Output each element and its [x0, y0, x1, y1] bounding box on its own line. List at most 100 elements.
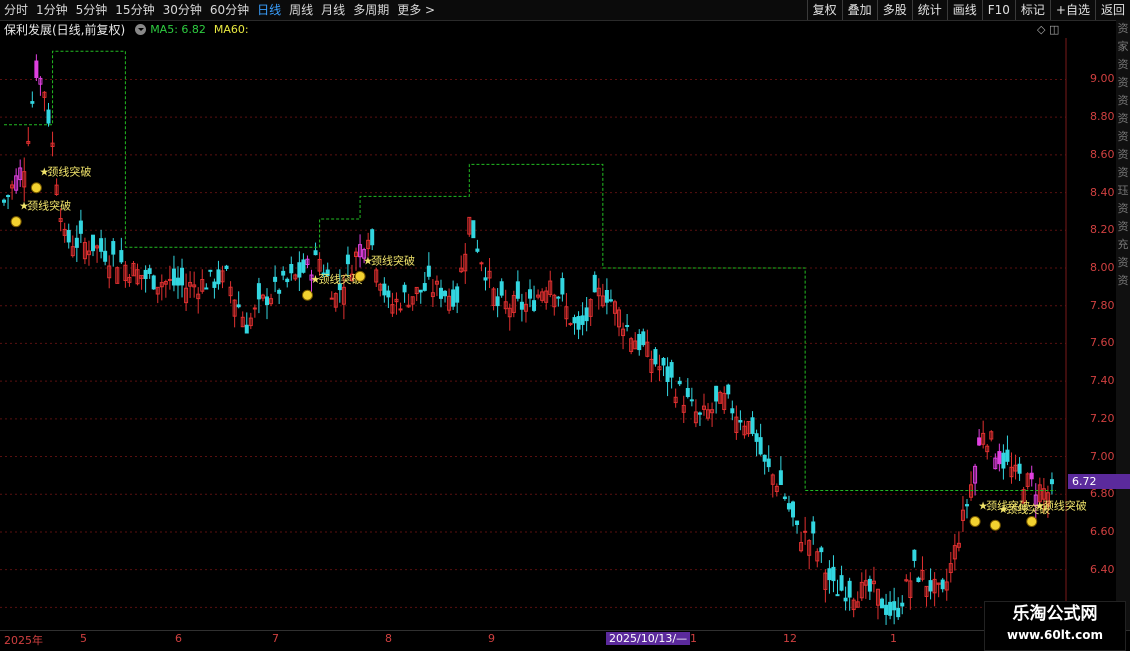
candle-body [916, 577, 921, 583]
action-button-3[interactable]: 统计 [911, 0, 947, 20]
period-tab-3[interactable]: 15分钟 [111, 0, 158, 20]
candle-body [831, 566, 836, 582]
candle-body [560, 278, 565, 295]
action-button-2[interactable]: 多股 [876, 0, 912, 20]
candle-body [892, 601, 897, 611]
candle-body [839, 575, 844, 591]
candle-body [398, 308, 403, 311]
signal-label: 颈线突破 [47, 165, 91, 179]
candle-body [78, 220, 83, 234]
action-button-8[interactable]: 返回 [1094, 0, 1130, 20]
candle-body [167, 278, 172, 281]
candle-body [46, 109, 51, 124]
action-button-7[interactable]: +自选 [1049, 0, 1095, 20]
action-button-5[interactable]: F10 [981, 0, 1015, 20]
money-bag-icon [10, 216, 22, 228]
stock-title[interactable]: 保利发展(日线,前复权) [4, 21, 125, 38]
sidebar-tab-11[interactable]: 资 [1116, 218, 1130, 236]
sidebar-tab-6[interactable]: 资 [1116, 128, 1130, 146]
candle-body [402, 284, 407, 293]
period-tab-7[interactable]: 周线 [285, 0, 317, 20]
candle-body [256, 283, 261, 300]
period-tab-10[interactable]: 更多 > [393, 0, 439, 20]
sidebar-tab-9[interactable]: 珏 [1116, 182, 1130, 200]
period-tab-9[interactable]: 多周期 [349, 0, 393, 20]
candle-body [515, 281, 520, 299]
action-buttons: 复权 叠加 多股 统计 画线 F10 标记 +自选 返回 [806, 0, 1130, 20]
sidebar-tab-0[interactable]: 资 [1116, 20, 1130, 38]
candle-body [835, 594, 840, 597]
candle-body [151, 275, 156, 290]
candle-body [386, 290, 391, 298]
candle-body [99, 238, 104, 252]
settings-icon[interactable] [135, 23, 147, 35]
candle-body [382, 283, 387, 296]
candle-body [204, 287, 209, 290]
candle-body [143, 269, 148, 280]
action-button-1[interactable]: 叠加 [841, 0, 877, 20]
candle-body [1029, 472, 1034, 480]
sidebar-tab-8[interactable]: 资 [1116, 164, 1130, 182]
sidebar-tab-1[interactable]: 家 [1116, 38, 1130, 56]
date-label-7: 2025/10/13/— [606, 632, 691, 645]
candle-body [91, 234, 96, 252]
signal-label: 颈线突破 [27, 199, 71, 213]
ma60-value: MA60: [213, 22, 249, 36]
sidebar-tab-10[interactable]: 资 [1116, 200, 1130, 218]
candle-body [940, 579, 945, 590]
candlestick-chart[interactable]: ★颈线突破★颈线突破★颈线突破★颈线突破★颈线突破★颈线突破★颈线突破 [0, 38, 1090, 630]
sidebar-tab-4[interactable]: 资 [1116, 92, 1130, 110]
action-button-6[interactable]: 标记 [1014, 0, 1050, 20]
ma5-value: MA5: 6.82 [150, 22, 206, 36]
candle-body [422, 283, 427, 291]
candle-body [313, 250, 318, 256]
candle-body [730, 408, 735, 414]
sidebar-tab-14[interactable]: 资 [1116, 272, 1130, 290]
sidebar-tab-13[interactable]: 资 [1116, 254, 1130, 272]
watermark-url: www.60lt.com [1006, 628, 1104, 642]
money-bag-icon [989, 519, 1001, 531]
period-tab-6[interactable]: 日线 [253, 0, 285, 20]
candle-body [608, 299, 613, 302]
candle-body [803, 530, 808, 533]
money-bag-icon [30, 182, 42, 194]
period-tab-4[interactable]: 30分钟 [159, 0, 206, 20]
sidebar-tab-12[interactable]: 充 [1116, 236, 1130, 254]
candle-body [289, 264, 294, 274]
action-button-4[interactable]: 画线 [946, 0, 982, 20]
candle-body [665, 366, 670, 382]
action-button-0[interactable]: 复权 [806, 0, 842, 20]
candle-body [1001, 452, 1006, 469]
candle-body [568, 323, 573, 326]
candle-body [1017, 463, 1022, 474]
sidebar-tab-7[interactable]: 资 [1116, 146, 1130, 164]
period-tab-2[interactable]: 5分钟 [72, 0, 112, 20]
period-tab-1[interactable]: 1分钟 [32, 0, 72, 20]
sidebar-tab-3[interactable]: 资 [1116, 74, 1130, 92]
signal-label: 颈线突破 [371, 253, 415, 267]
right-sidebar[interactable]: 资家资资资资资资资珏资资充资资 [1116, 20, 1130, 630]
sidebar-tab-2[interactable]: 资 [1116, 56, 1130, 74]
sidebar-tab-5[interactable]: 资 [1116, 110, 1130, 128]
candle-body [592, 274, 597, 293]
candle-body [212, 281, 217, 288]
candle-body [584, 307, 589, 322]
current-price-tag: 6.72 [1068, 474, 1130, 489]
candle-body [637, 333, 642, 351]
money-bag-icon [1026, 515, 1038, 527]
candle-body [786, 503, 791, 510]
money-bag-icon [354, 270, 366, 282]
period-tab-5[interactable]: 60分钟 [206, 0, 253, 20]
period-tab-8[interactable]: 月线 [317, 0, 349, 20]
candle-body [766, 458, 771, 468]
candle-body [2, 199, 6, 203]
period-toolbar: 分时 1分钟 5分钟 15分钟 30分钟 60分钟 日线 周线 月线 多周期 更多 > 复权 叠加 多股… [0, 0, 1130, 21]
candle-body [297, 262, 302, 278]
date-label-5: 9 [488, 632, 495, 645]
panel-controls[interactable]: ◇ ◫ [1037, 23, 1059, 36]
signal-label: 颈线突破 [1043, 498, 1087, 512]
candle-body [1005, 449, 1010, 462]
candle-body [451, 289, 456, 307]
period-tab-0[interactable]: 分时 [0, 0, 32, 20]
candle-body [900, 602, 905, 607]
